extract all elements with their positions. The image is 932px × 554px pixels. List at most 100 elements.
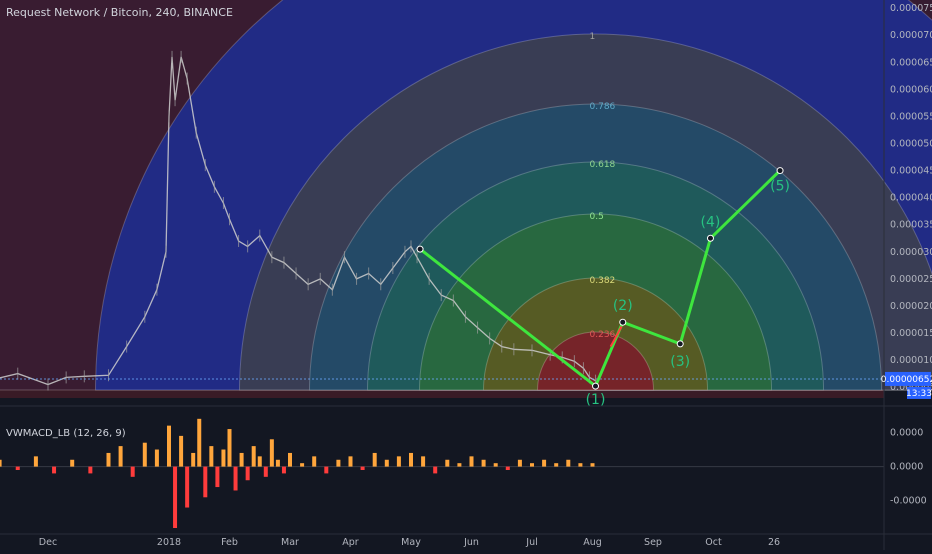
- price-tick-label: 0.00003500: [890, 220, 932, 231]
- wave-point[interactable]: [706, 234, 714, 242]
- indicator-tick-label: -0.0000: [890, 496, 927, 507]
- histogram-bar: [191, 452, 196, 467]
- histogram-bar: [348, 456, 353, 467]
- histogram-bar: [215, 466, 220, 488]
- histogram-bar: [275, 459, 280, 467]
- price-tick-label: 0.00001500: [890, 328, 932, 339]
- wave-point[interactable]: [416, 245, 424, 253]
- wave-label: (4): [701, 214, 721, 230]
- histogram-bar: [245, 466, 250, 481]
- wave-label: (2): [613, 298, 633, 314]
- histogram-bar: [517, 459, 522, 467]
- histogram-bar: [251, 446, 256, 467]
- histogram-bar: [433, 466, 438, 474]
- fib-level-label: 0.786: [590, 102, 616, 112]
- indicator-title: VWMACD_LB (12, 26, 9): [6, 428, 126, 439]
- histogram-bar: [209, 446, 214, 467]
- time-tick-label: Aug: [583, 537, 602, 548]
- chart-canvas[interactable]: 10.7860.6180.50.3820.236 (1)(2)(3)(4)(5)…: [0, 0, 932, 550]
- time-tick-label: Jul: [525, 537, 537, 548]
- chart-title: Request Network / Bitcoin, 240, BINANCE: [6, 6, 233, 19]
- histogram-bar: [590, 463, 595, 467]
- time-tick-label: Oct: [705, 537, 722, 548]
- histogram-bar: [0, 459, 2, 467]
- fib-level-label: 0.618: [590, 160, 616, 170]
- histogram-bar: [457, 463, 462, 467]
- fib-level-label: 0.5: [590, 212, 604, 222]
- histogram-bar: [70, 459, 75, 467]
- price-tick-label: 0.00001000: [890, 355, 932, 366]
- histogram-bar: [566, 459, 571, 467]
- time-tick-label: Jun: [463, 537, 479, 548]
- price-tick-label: 0.00006000: [890, 84, 932, 95]
- indicator-tick-label: 0.0000: [890, 427, 923, 438]
- time-tick-label: 26: [768, 537, 780, 548]
- histogram-bar: [372, 452, 377, 467]
- histogram-bar: [203, 466, 208, 498]
- price-tick-label: 0.00007500: [890, 3, 932, 14]
- histogram-bar: [288, 452, 292, 467]
- histogram-bar: [445, 459, 450, 467]
- histogram-bar: [542, 459, 547, 467]
- wave-label: (3): [670, 354, 690, 370]
- histogram-bar: [106, 452, 111, 467]
- countdown-tag-text: 13:33: [906, 389, 932, 399]
- time-tick-label: Dec: [39, 537, 57, 548]
- histogram-bar: [185, 466, 190, 508]
- wave-point[interactable]: [676, 340, 684, 348]
- histogram-bar: [179, 435, 184, 467]
- histogram-bar: [505, 466, 510, 470]
- price-tick-label: 0.00003000: [890, 247, 932, 258]
- histogram-bar: [324, 466, 329, 474]
- time-tick-label: Feb: [221, 537, 238, 548]
- histogram-bar: [154, 449, 159, 467]
- price-tick-label: 0.00007000: [890, 30, 932, 41]
- price-tick-label: 0.00005500: [890, 111, 932, 122]
- histogram-bar: [469, 456, 474, 467]
- histogram-bar: [130, 466, 135, 477]
- histogram-bar: [384, 459, 389, 467]
- histogram-bar: [88, 466, 93, 474]
- wave-point[interactable]: [776, 167, 784, 175]
- fib-level-label: 1: [590, 32, 596, 42]
- histogram-bar: [33, 456, 38, 467]
- fib-level-label: 0.382: [590, 276, 616, 286]
- histogram-bar: [578, 463, 583, 467]
- time-tick-label: May: [401, 537, 421, 548]
- wave-point[interactable]: [619, 318, 627, 326]
- price-tick-label: 0.00005000: [890, 138, 932, 149]
- wave-point[interactable]: [592, 382, 600, 390]
- histogram-bar: [173, 466, 178, 528]
- histogram-bar: [312, 456, 317, 467]
- histogram-bar: [269, 439, 274, 467]
- histogram-bar: [481, 459, 486, 467]
- time-tick-label: Sep: [644, 537, 662, 548]
- price-tick-label: 0.00004500: [890, 166, 932, 177]
- histogram-bar: [530, 463, 534, 467]
- histogram-bar: [167, 425, 171, 467]
- time-tick-label: 2018: [157, 537, 181, 548]
- histogram-bar: [421, 456, 426, 467]
- wave-label: (5): [770, 179, 790, 195]
- fib-arcs-layer: 1 0.786 0.618 0.5 0.382 0.236: [0, 0, 932, 398]
- price-tick-label: 0.00002000: [890, 301, 932, 312]
- histogram-bar: [300, 463, 305, 467]
- histogram-bar: [263, 466, 268, 477]
- price-tick-label: 0.00006500: [890, 57, 932, 68]
- chart-root: 1 0.786 0.618 0.5 0.382 0.236 (1) (2) (3) (4) (5)…: [0, 0, 932, 550]
- histogram-bar: [221, 449, 226, 467]
- histogram-bar: [493, 463, 498, 467]
- histogram-bar: [15, 466, 20, 470]
- histogram-bar: [554, 463, 559, 467]
- indicator-tick-label: 0.0000: [890, 462, 923, 473]
- histogram-bar: [239, 452, 244, 467]
- histogram-bar: [118, 446, 123, 467]
- histogram-bar: [233, 466, 238, 491]
- histogram-bar: [257, 456, 262, 467]
- fib-level-label: 0.236: [590, 330, 616, 340]
- histogram-bar: [281, 466, 286, 474]
- histogram-bar: [336, 459, 341, 467]
- time-tick-label: Apr: [342, 537, 359, 548]
- current-price-tag-text: 0.00000652: [881, 375, 932, 385]
- time-tick-label: Mar: [281, 537, 299, 548]
